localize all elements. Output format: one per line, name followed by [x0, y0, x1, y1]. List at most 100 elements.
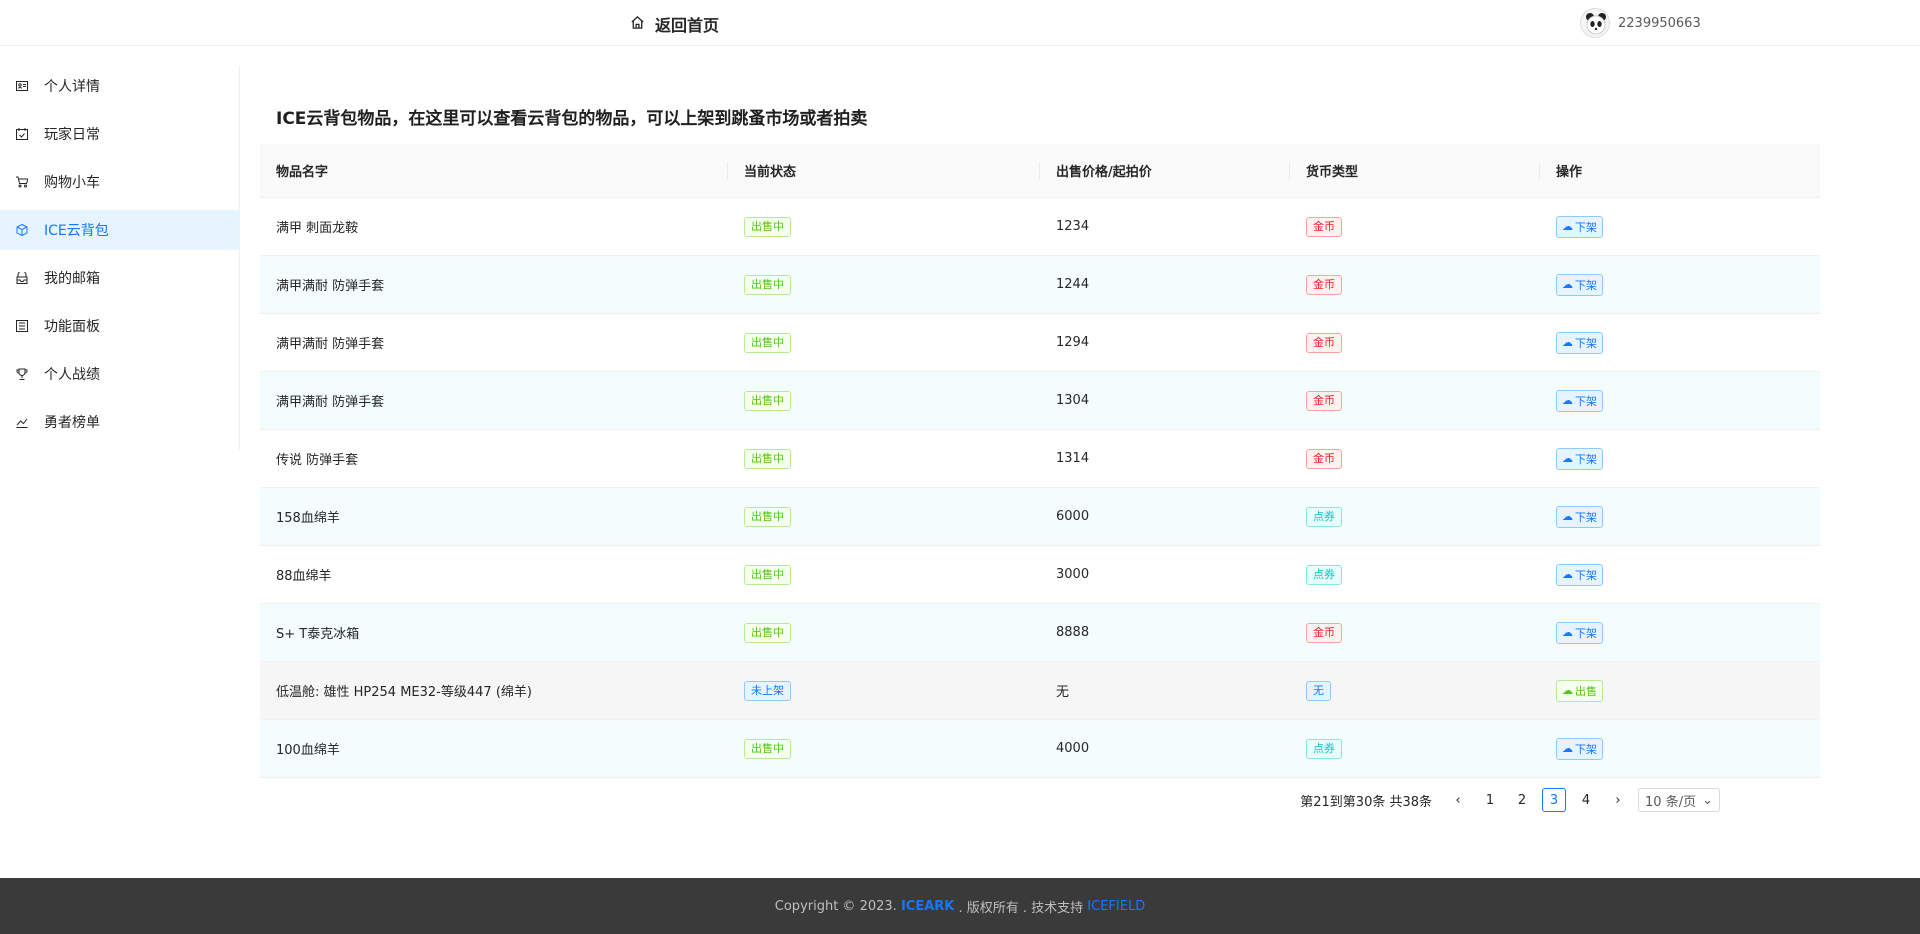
table-header: 物品名字 当前状态 出售价格/起拍价 货币类型 操作	[260, 144, 1820, 198]
page-3[interactable]: 3	[1542, 788, 1567, 812]
item-price: 1314	[1056, 451, 1090, 466]
cloud-upload-icon: ☁	[1562, 742, 1573, 755]
currency-badge: 金币	[1306, 216, 1342, 237]
cloud-upload-icon: ☁	[1562, 626, 1573, 639]
currency-badge: 金币	[1306, 390, 1342, 411]
delist-button[interactable]: ☁ 下架	[1556, 563, 1603, 586]
page-1[interactable]: 1	[1478, 788, 1502, 812]
cloud-upload-icon: ☁	[1562, 452, 1573, 465]
status-badge: 出售中	[744, 738, 791, 759]
sidebar-item-ice-backpack[interactable]: ICE云背包	[0, 210, 239, 250]
item-price: 8888	[1056, 625, 1090, 640]
cube-icon	[16, 224, 28, 236]
button-label: 出售	[1575, 684, 1597, 698]
footer-support-link[interactable]: ICEFIELD	[1087, 899, 1145, 914]
delist-button[interactable]: ☁ 下架	[1556, 273, 1603, 296]
delist-button[interactable]: ☁ 下架	[1556, 621, 1603, 644]
table-row: 满甲 刺面龙鞍 出售中 1234 金币 ☁ 下架	[260, 198, 1820, 256]
delist-button[interactable]: ☁ 下架	[1556, 447, 1603, 470]
delist-button[interactable]: ☁ 下架	[1556, 389, 1603, 412]
button-label: 下架	[1575, 278, 1597, 292]
cart-icon	[16, 176, 28, 188]
currency-badge: 点券	[1306, 738, 1342, 759]
home-link[interactable]: 返回首页	[630, 12, 719, 36]
button-label: 下架	[1575, 220, 1597, 234]
sidebar-item-label: 我的邮箱	[44, 271, 100, 287]
currency-badge: 无	[1306, 680, 1331, 701]
column-header[interactable]: 操作	[1540, 144, 1820, 197]
status-badge: 出售中	[744, 274, 791, 295]
currency-badge: 点券	[1306, 564, 1342, 585]
chevron-down-icon: ⌄	[1702, 792, 1713, 808]
sidebar: 个人详情 玩家日常 购物小车 ICE云背包 我的邮箱 功能面板 个人战绩 勇者榜…	[0, 66, 240, 450]
item-name: 满甲满耐 防弹手套	[276, 395, 385, 410]
avatar[interactable]	[1580, 8, 1610, 38]
sidebar-item-label: ICE云背包	[44, 223, 109, 239]
sidebar-item-record[interactable]: 个人战绩	[0, 354, 239, 394]
item-name: 100血绵羊	[276, 743, 340, 758]
footer-copyright: Copyright © 2023.	[774, 898, 897, 914]
sidebar-item-mailbox[interactable]: 我的邮箱	[0, 258, 239, 298]
trophy-icon	[16, 368, 28, 380]
chevron-left-icon: ‹	[1455, 792, 1461, 808]
delist-button[interactable]: ☁ 下架	[1556, 215, 1603, 238]
item-name: 传说 防弹手套	[276, 453, 359, 468]
button-label: 下架	[1575, 568, 1597, 582]
home-icon	[630, 15, 645, 34]
cloud-upload-icon: ☁	[1562, 278, 1573, 291]
sidebar-item-panel[interactable]: 功能面板	[0, 306, 239, 346]
column-header[interactable]: 出售价格/起拍价	[1040, 144, 1290, 197]
sell-button[interactable]: ☁ 出售	[1556, 679, 1603, 702]
sidebar-item-daily[interactable]: 玩家日常	[0, 114, 239, 154]
currency-badge: 金币	[1306, 332, 1342, 353]
prev-page-button[interactable]: ‹	[1446, 788, 1470, 812]
pagination-total: 第21到第30条 共38条	[1300, 794, 1433, 810]
delist-button[interactable]: ☁ 下架	[1556, 331, 1603, 354]
cloud-upload-icon: ☁	[1562, 336, 1573, 349]
column-header[interactable]: 当前状态	[728, 144, 1040, 197]
status-badge: 出售中	[744, 332, 791, 353]
item-price: 无	[1056, 685, 1070, 700]
sidebar-item-label: 功能面板	[44, 319, 100, 335]
currency-badge: 金币	[1306, 274, 1342, 295]
user-menu[interactable]: 2239950663	[1580, 8, 1701, 38]
delist-button[interactable]: ☁ 下架	[1556, 505, 1603, 528]
button-label: 下架	[1575, 394, 1597, 408]
username: 2239950663	[1618, 15, 1701, 31]
page-size-select[interactable]: 10 条/页 ⌄	[1638, 788, 1720, 812]
item-name: 满甲满耐 防弹手套	[276, 279, 385, 294]
items-table: 物品名字 当前状态 出售价格/起拍价 货币类型 操作 满甲 刺面龙鞍 出售中 1…	[260, 144, 1820, 778]
cloud-upload-icon: ☁	[1562, 220, 1573, 233]
currency-badge: 金币	[1306, 448, 1342, 469]
sidebar-item-leaderboard[interactable]: 勇者榜单	[0, 402, 239, 442]
button-label: 下架	[1575, 626, 1597, 640]
page-4[interactable]: 4	[1574, 788, 1598, 812]
currency-badge: 金币	[1306, 622, 1342, 643]
footer-brand[interactable]: ICEARK	[901, 899, 954, 914]
table-row: S+ T泰克冰箱 出售中 8888 金币 ☁ 下架	[260, 604, 1820, 662]
cloud-upload-icon: ☁	[1562, 510, 1573, 523]
next-page-button[interactable]: ›	[1606, 788, 1630, 812]
column-header[interactable]: 货币类型	[1290, 144, 1540, 197]
sidebar-item-profile[interactable]: 个人详情	[0, 66, 239, 106]
item-name: 88血绵羊	[276, 569, 332, 584]
page-2[interactable]: 2	[1510, 788, 1534, 812]
item-price: 1294	[1056, 335, 1090, 350]
item-name: S+ T泰克冰箱	[276, 627, 360, 642]
sidebar-item-label: 玩家日常	[44, 127, 100, 143]
cloud-upload-icon: ☁	[1562, 394, 1573, 407]
delist-button[interactable]: ☁ 下架	[1556, 737, 1603, 760]
sidebar-item-cart[interactable]: 购物小车	[0, 162, 239, 202]
status-badge: 出售中	[744, 506, 791, 527]
status-badge: 出售中	[744, 564, 791, 585]
cloud-upload-icon: ☁	[1562, 568, 1573, 581]
sidebar-item-label: 个人详情	[44, 79, 100, 95]
currency-badge: 点券	[1306, 506, 1342, 527]
table-row: 满甲满耐 防弹手套 出售中 1294 金币 ☁ 下架	[260, 314, 1820, 372]
table-row: 传说 防弹手套 出售中 1314 金币 ☁ 下架	[260, 430, 1820, 488]
button-label: 下架	[1575, 336, 1597, 350]
column-header[interactable]: 物品名字	[260, 144, 728, 197]
calendar-check-icon	[16, 128, 28, 140]
status-badge: 出售中	[744, 216, 791, 237]
id-card-icon	[16, 80, 28, 92]
